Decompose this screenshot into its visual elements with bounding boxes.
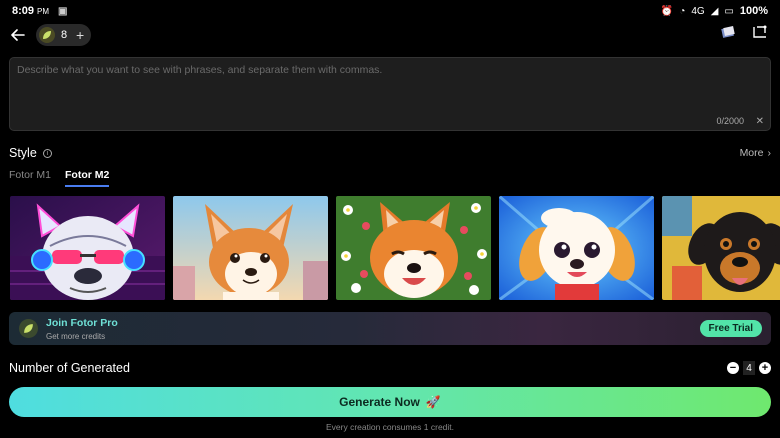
tab-fotor-m1[interactable]: Fotor M1	[9, 169, 51, 187]
top-bar: 8 +	[0, 22, 780, 48]
more-label: More	[739, 147, 764, 159]
arrow-left-icon	[11, 29, 25, 41]
clear-prompt-button[interactable]: ✕	[756, 116, 764, 127]
style-title: Style	[9, 146, 37, 160]
style-header: Style i More ›	[9, 146, 771, 160]
battery-icon: ▭	[724, 5, 734, 17]
more-styles-button[interactable]: More ›	[740, 147, 771, 159]
pro-subtitle: Get more credits	[46, 331, 106, 341]
pro-banner[interactable]: Join Fotor Pro Get more credits Free Tri…	[9, 312, 771, 345]
credits-pill[interactable]: 8 +	[36, 24, 92, 46]
quantity-value: 4	[743, 361, 755, 375]
style-gallery	[10, 196, 780, 300]
network-label: 4G	[691, 5, 705, 17]
chevron-right-icon: ›	[767, 147, 772, 159]
number-generated-row: Number of Generated − 4 +	[9, 361, 771, 375]
prompt-input[interactable]	[17, 64, 757, 112]
status-ampm: PM	[37, 7, 50, 16]
signal-icon: ◢	[710, 5, 719, 17]
leaf-icon	[39, 27, 55, 43]
increment-button[interactable]: +	[759, 362, 771, 374]
style-thumb-neon-bulldog[interactable]	[10, 196, 165, 300]
alarm-icon: ⏰	[660, 5, 674, 17]
gallery-history-icon[interactable]	[720, 25, 736, 44]
credits-count: 8	[61, 29, 68, 41]
info-icon[interactable]: i	[42, 148, 52, 158]
generate-button[interactable]: Generate Now 🚀	[9, 387, 771, 417]
style-thumb-rottweiler[interactable]	[662, 196, 780, 300]
credit-note: Every creation consumes 1 credit.	[325, 422, 455, 432]
quantity-stepper: − 4 +	[727, 361, 771, 375]
number-generated-label: Number of Generated	[9, 361, 130, 375]
rocket-icon: 🚀	[425, 395, 441, 409]
battery-level: 100%	[739, 5, 768, 17]
generate-label: Generate Now	[339, 395, 420, 409]
style-tabs: Fotor M1 Fotor M2	[9, 169, 110, 187]
tab-fotor-m2[interactable]: Fotor M2	[65, 169, 110, 187]
add-credits-button[interactable]: +	[73, 27, 87, 43]
status-time: 8:09	[12, 5, 35, 17]
pro-leaf-icon	[19, 319, 38, 338]
free-trial-button[interactable]: Free Trial	[699, 320, 762, 337]
wifi-icon: ◔	[679, 5, 686, 17]
pro-title: Join Fotor Pro	[46, 316, 118, 329]
style-thumb-shiba[interactable]	[336, 196, 491, 300]
style-thumb-corgi[interactable]	[173, 196, 328, 300]
status-bar: 8:09 PM ▣ ⏰ ◔ 4G ◢ ▭ 100%	[0, 0, 780, 22]
queue-icon[interactable]	[752, 25, 768, 44]
back-button[interactable]	[8, 25, 28, 45]
prompt-counter: 0/2000	[716, 116, 744, 126]
style-thumb-cartoon-puppy[interactable]	[499, 196, 654, 300]
prompt-box: 0/2000 ✕	[9, 57, 771, 131]
decrement-button[interactable]: −	[727, 362, 739, 374]
gallery-icon: ▣	[58, 6, 68, 17]
